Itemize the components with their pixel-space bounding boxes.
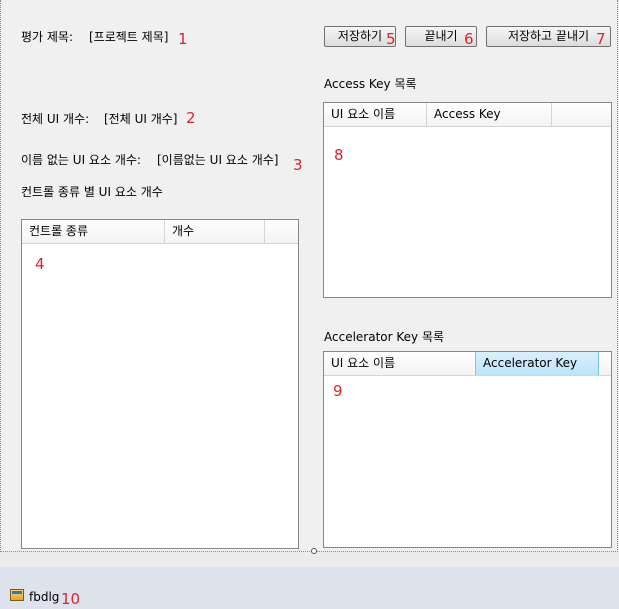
accelerator-key-list[interactable]: UI 요소 이름 Accelerator Key [323, 351, 612, 548]
annotation-10: 10 [61, 590, 81, 608]
annotation-1: 1 [178, 30, 188, 48]
component-tray-item-fbdlg[interactable]: fbdlg [29, 590, 59, 604]
annotation-9: 9 [333, 382, 343, 400]
annotation-3: 3 [293, 156, 303, 174]
column-header-count[interactable]: 개수 [165, 220, 265, 243]
access-key-list-header: UI 요소 이름 Access Key [324, 103, 611, 127]
eval-title-value: [프로젝트 제목] [89, 30, 169, 44]
column-header-ui-element-name[interactable]: UI 요소 이름 [324, 103, 427, 126]
access-key-list[interactable]: UI 요소 이름 Access Key [323, 102, 612, 298]
annotation-2: 2 [186, 109, 196, 127]
unnamed-ui-label: 이름 없는 UI 요소 개수: [21, 153, 141, 167]
component-icon [10, 589, 24, 601]
access-key-section-label: Access Key 목록 [324, 77, 417, 91]
annotation-4: 4 [35, 255, 45, 273]
designer-form: 평가 제목: [프로젝트 제목] 1 저장하기 5 끝내기 6 저장하고 끝내기… [0, 0, 618, 552]
annotation-5: 5 [386, 30, 396, 48]
total-ui-label: 전체 UI 개수: [21, 112, 90, 126]
save-and-close-button[interactable]: 저장하고 끝내기 [486, 26, 611, 47]
control-type-list[interactable]: 컨트롤 종류 개수 [21, 219, 299, 549]
accelerator-key-list-header: UI 요소 이름 Accelerator Key [324, 352, 611, 376]
annotation-7: 7 [596, 30, 606, 48]
column-header-ui-element-name[interactable]: UI 요소 이름 [324, 352, 476, 375]
component-tray [0, 567, 619, 609]
column-header-accelerator-key[interactable]: Accelerator Key [475, 352, 599, 375]
control-type-list-header: 컨트롤 종류 개수 [22, 220, 298, 244]
control-type-section-label: 컨트롤 종류 별 UI 요소 개수 [21, 185, 163, 199]
accelerator-key-section-label: Accelerator Key 목록 [324, 330, 445, 344]
column-header-control-type[interactable]: 컨트롤 종류 [22, 220, 165, 243]
form-resize-handle[interactable] [311, 548, 317, 554]
annotation-6: 6 [464, 30, 474, 48]
unnamed-ui-value: [이름없는 UI 요소 개수] [157, 153, 279, 167]
annotation-8: 8 [334, 146, 344, 164]
total-ui-value: [전체 UI 개수] [104, 112, 178, 126]
eval-title-label: 평가 제목: [21, 30, 74, 44]
column-header-access-key[interactable]: Access Key [427, 103, 552, 126]
